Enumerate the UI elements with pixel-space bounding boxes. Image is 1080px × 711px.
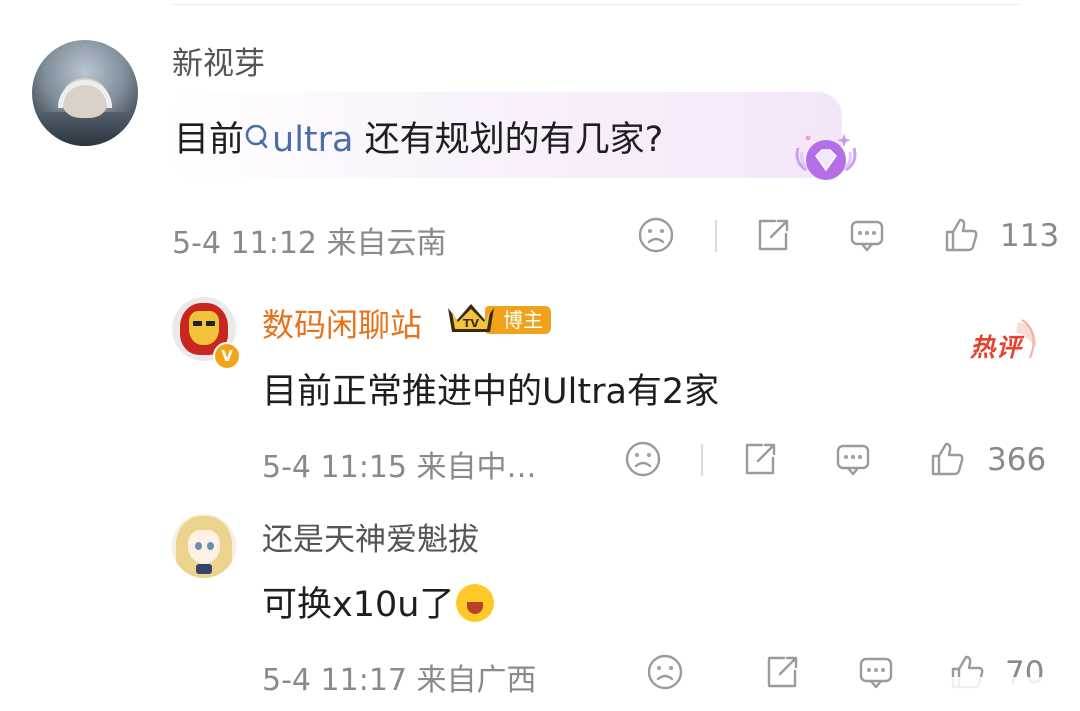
thumbs-up-icon[interactable]: [941, 215, 981, 255]
diamond-badge-icon: [795, 134, 857, 180]
crown-text: TV: [463, 317, 480, 330]
avatar-eye: [195, 542, 202, 550]
avatar-bow: [196, 564, 212, 574]
topic-link[interactable]: ultra: [244, 120, 353, 160]
reply-text-content: 可换x10u了: [262, 585, 455, 625]
laughing-crying-emoji-icon: [456, 584, 495, 622]
like-count: 113: [1000, 218, 1060, 254]
reply-location: 来自中…: [416, 450, 537, 485]
comment-time: 5-4 11:12: [172, 226, 317, 261]
comment-icon[interactable]: [856, 652, 896, 692]
sad-face-icon[interactable]: [645, 652, 685, 692]
thumbs-up-icon[interactable]: [927, 439, 967, 479]
share-icon[interactable]: [762, 652, 802, 692]
comment-text: 目前 ultra 还有规划的有几家?: [174, 111, 663, 162]
reply-meta: 5-4 11:17 来自广西 70: [0, 649, 1080, 699]
reply-location: 来自广西: [416, 663, 537, 698]
like-count: 366: [987, 442, 1047, 478]
comment-icon[interactable]: [833, 439, 873, 479]
reply-username[interactable]: 数码闲聊站: [262, 300, 422, 346]
hot-feather-icon: [1016, 319, 1037, 359]
sad-face-icon[interactable]: [623, 439, 663, 479]
divider: [701, 444, 703, 476]
sad-face-icon[interactable]: [636, 215, 676, 255]
avatar[interactable]: [172, 514, 236, 578]
topic-link-text: ultra: [272, 120, 354, 160]
comment-username[interactable]: 新视芽: [172, 38, 265, 83]
comment-text-suffix: 还有规划的有几家?: [353, 120, 664, 160]
share-icon[interactable]: [740, 439, 780, 479]
comment-meta: 5-4 11:12 来自云南 113: [0, 212, 1080, 262]
blogger-badge: 博主 TV: [445, 300, 551, 336]
crown-icon: TV: [448, 304, 494, 332]
avatar-eye: [207, 542, 214, 550]
avatar-eye: [193, 321, 202, 326]
reply-text: 可换x10u了: [262, 576, 495, 627]
avatar[interactable]: [32, 40, 138, 146]
top-divider: [172, 4, 1020, 5]
reply-username[interactable]: 还是天神爱魁拔: [262, 514, 479, 559]
avatar-headphones: [58, 80, 112, 108]
avatar-eye: [206, 321, 215, 326]
reply-time-location: 5-4 11:15 来自中…: [262, 442, 537, 486]
avatar-face: [189, 311, 219, 345]
comment-text-prefix: 目前: [174, 120, 245, 160]
divider: [715, 220, 717, 252]
comment-location: 来自云南: [326, 226, 447, 261]
reply-time: 5-4 11:17: [262, 663, 407, 698]
reply-time: 5-4 11:15: [262, 450, 407, 485]
reply-time-location: 5-4 11:17 来自广西: [262, 655, 537, 699]
avatar-face: [188, 530, 220, 564]
verified-icon: V: [213, 342, 241, 370]
comment-time-location: 5-4 11:12 来自云南: [172, 218, 447, 262]
reply-meta: 5-4 11:15 来自中… 366: [0, 436, 1080, 486]
reply-text: 目前正常推进中的Ultra有2家: [262, 372, 720, 412]
watermark-overlay: [924, 677, 1074, 703]
share-icon[interactable]: [753, 215, 793, 255]
comment-icon[interactable]: [847, 215, 887, 255]
search-icon: [244, 120, 270, 159]
